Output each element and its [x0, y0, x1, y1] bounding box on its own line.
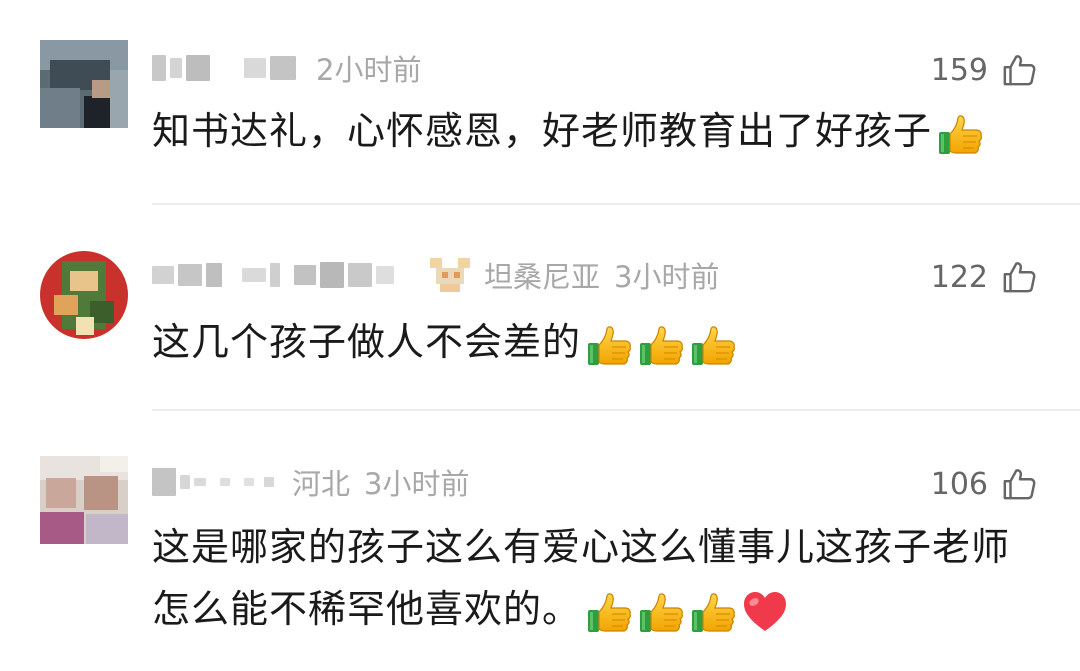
thumbs-up-emoji-icon — [585, 321, 633, 369]
like-button[interactable]: 159 — [931, 48, 1036, 92]
comment-body-line-2: 怎么能不稀罕他喜欢的。 — [152, 578, 1052, 640]
username-blurred[interactable] — [152, 253, 398, 297]
user-badge-icon — [430, 258, 470, 292]
thumbs-up-outline-icon — [1002, 260, 1036, 294]
comment-body-line: 怎么能不稀罕他喜欢的。 — [152, 587, 582, 631]
comment-body-line: 这是哪家的孩子这么有爱心这么懂事儿这孩子老师 — [152, 525, 1011, 569]
thumbs-up-outline-icon — [1002, 467, 1036, 501]
like-button[interactable]: 106 — [931, 462, 1036, 506]
like-count: 122 — [930, 259, 988, 295]
like-count: 106 — [930, 466, 988, 502]
comment-region: 坦桑尼亚 — [484, 260, 601, 294]
comment-item: 河北 3小时前 106 这是哪家的孩子这么有爱心这么懂事儿这孩子老师 怎么能不稀… — [0, 412, 1080, 671]
avatar[interactable] — [40, 40, 128, 128]
thumbs-up-emoji-icon — [585, 588, 633, 636]
like-count: 159 — [930, 52, 988, 88]
comment-region: 河北 — [292, 467, 351, 501]
thumbs-up-emoji-icon — [689, 321, 737, 369]
thumbs-up-emoji-icon — [637, 321, 685, 369]
comment-body: 知书达礼，心怀感恩，好老师教育出了好孩子 — [152, 109, 933, 153]
comment-time: 2小时前 — [316, 53, 422, 87]
comment-body: 这几个孩子做人不会差的 — [152, 320, 582, 364]
comment-meta: 河北 3小时前 — [152, 460, 469, 504]
avatar[interactable] — [40, 251, 128, 339]
thumbs-up-emoji-icon — [689, 588, 737, 636]
comment-meta: 2小时前 — [152, 46, 421, 90]
comment-text: 知书达礼，心怀感恩，好老师教育出了好孩子 — [152, 100, 1052, 162]
username-blurred[interactable] — [152, 46, 300, 90]
thumbs-up-outline-icon — [1002, 53, 1036, 87]
comment-item: 坦桑尼亚 3小时前 122 这几个孩子做人不会差的 — [0, 205, 1080, 410]
comment-item: 2小时前 159 知书达礼，心怀感恩，好老师教育出了好孩子 — [0, 0, 1080, 205]
divider — [152, 409, 1080, 411]
thumbs-up-emoji-icon — [936, 110, 984, 158]
comment-time: 3小时前 — [364, 467, 470, 501]
username-blurred[interactable] — [152, 460, 278, 504]
avatar[interactable] — [40, 456, 128, 544]
comment-text: 这几个孩子做人不会差的 — [152, 311, 1052, 373]
comment-meta: 坦桑尼亚 3小时前 — [152, 253, 719, 297]
red-heart-emoji-icon — [741, 588, 789, 636]
thumbs-up-emoji-icon — [637, 588, 685, 636]
comment-time: 3小时前 — [614, 260, 720, 294]
like-button[interactable]: 122 — [931, 255, 1036, 299]
comment-text: 这是哪家的孩子这么有爱心这么懂事儿这孩子老师 怎么能不稀罕他喜欢的。 — [152, 516, 1052, 640]
